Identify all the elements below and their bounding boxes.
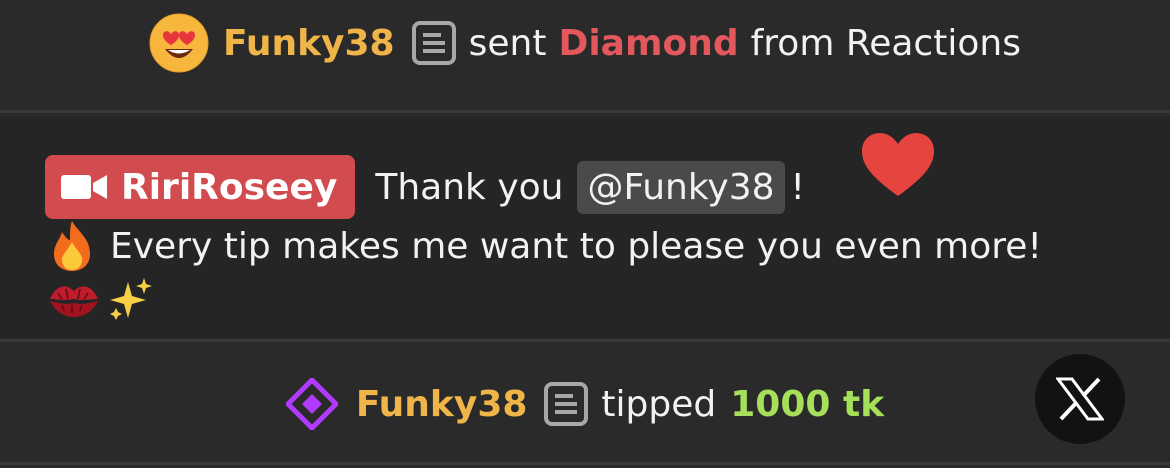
x-share-button[interactable] bbox=[1035, 354, 1125, 444]
broadcaster-username: RiriRoseey bbox=[121, 166, 338, 208]
sparkles-emoji-icon bbox=[110, 278, 152, 320]
divider bbox=[0, 110, 1170, 113]
tip-verb: tipped bbox=[601, 383, 717, 425]
reaction-notice: Funky38 sent Diamond from Reactions bbox=[0, 0, 1170, 86]
message-line-2: Every tip makes me want to please you ev… bbox=[48, 220, 1042, 272]
divider bbox=[0, 339, 1170, 342]
message-punctuation: ! bbox=[790, 166, 805, 208]
mention-chip[interactable]: @Funky38 bbox=[577, 160, 785, 214]
tip-amount: 1000 tk bbox=[730, 383, 885, 425]
reaction-username[interactable]: Funky38 bbox=[223, 23, 395, 64]
heart-eyes-emoji-icon bbox=[149, 13, 209, 73]
message-line-2-text: Every tip makes me want to please you ev… bbox=[110, 225, 1042, 267]
message-text: Thank you bbox=[375, 166, 564, 208]
fire-emoji-icon bbox=[54, 221, 90, 271]
tip-notice: Funky38 tipped 1000 tk bbox=[0, 346, 1170, 462]
tip-username[interactable]: Funky38 bbox=[356, 384, 528, 425]
document-icon[interactable] bbox=[411, 20, 457, 66]
kiss-mark-emoji-icon bbox=[50, 286, 98, 317]
diamond-badge-icon bbox=[285, 378, 338, 430]
message-line-3 bbox=[48, 276, 154, 322]
gift-name: Diamond bbox=[558, 22, 739, 64]
reaction-suffix: from Reactions bbox=[750, 22, 1021, 64]
divider bbox=[0, 462, 1170, 465]
document-icon[interactable] bbox=[543, 381, 589, 427]
broadcaster-badge[interactable]: RiriRoseey bbox=[45, 155, 356, 219]
broadcaster-message: RiriRoseey Thank you @Funky38 ! Every ti… bbox=[0, 116, 1170, 338]
red-heart-emoji-icon bbox=[862, 133, 934, 196]
chat-panel: Funky38 sent Diamond from Reactions Riri… bbox=[0, 0, 1170, 468]
message-line-1: RiriRoseey Thank you @Funky38 ! bbox=[45, 155, 805, 219]
x-logo-icon bbox=[1056, 377, 1104, 421]
reaction-verb: sent bbox=[468, 22, 547, 64]
video-camera-icon bbox=[61, 175, 107, 199]
